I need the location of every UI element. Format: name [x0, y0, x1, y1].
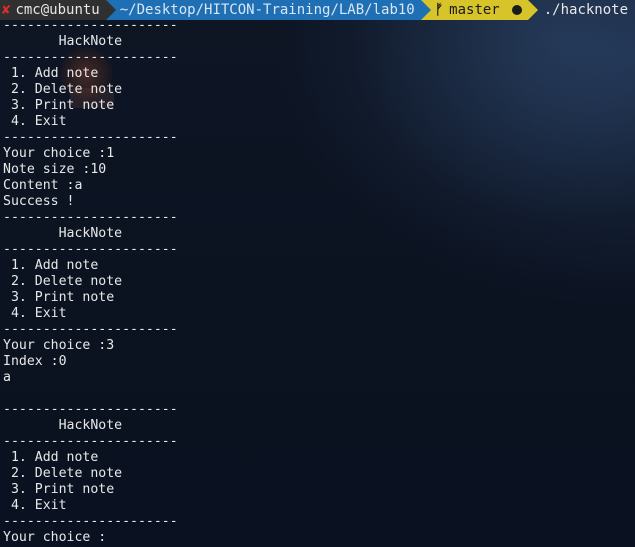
- git-branch-name: master: [449, 2, 500, 18]
- terminal-line: Your choice :: [3, 530, 107, 545]
- segment-separator-icon: [527, 0, 538, 20]
- prompt-path-segment: ~/Desktop/HITCON-Training/LAB/lab10: [115, 0, 421, 20]
- terminal-line: Your choice :3: [3, 338, 115, 353]
- prompt-user-segment: ✘ cmc@ubuntu: [0, 0, 106, 20]
- terminal-line: 2. Delete note: [3, 82, 123, 97]
- prompt-git-segment: ᚠ master: [430, 0, 528, 20]
- terminal-line: 3. Print note: [3, 290, 115, 305]
- terminal-line: ----------------------: [3, 242, 178, 257]
- terminal-line: HackNote: [3, 34, 123, 49]
- terminal-line: 1. Add note: [3, 450, 99, 465]
- terminal-line: 3. Print note: [3, 98, 115, 113]
- terminal-line: 1. Add note: [3, 258, 99, 273]
- terminal-line: HackNote: [3, 418, 123, 433]
- terminal-line: Your choice :1: [3, 146, 115, 161]
- terminal-line: ----------------------: [3, 514, 178, 529]
- segment-separator-icon: [420, 0, 431, 20]
- terminal-line: Success !: [3, 194, 75, 209]
- terminal-line: ----------------------: [3, 434, 178, 449]
- prompt-user-host: cmc@ubuntu: [15, 2, 100, 18]
- terminal-line: 4. Exit: [3, 306, 67, 321]
- terminal-line: ----------------------: [3, 18, 178, 33]
- terminal-line: Content :a: [3, 178, 83, 193]
- terminal-line: ----------------------: [3, 322, 178, 337]
- terminal-line: 1. Add note: [3, 66, 99, 81]
- terminal-output[interactable]: ---------------------- HackNote ---------…: [3, 18, 178, 546]
- terminal-line: HackNote: [3, 226, 123, 241]
- terminal-line: 2. Delete note: [3, 466, 123, 481]
- error-status-icon: ✘: [2, 2, 11, 18]
- terminal-line: ----------------------: [3, 402, 178, 417]
- terminal-line: 2. Delete note: [3, 274, 123, 289]
- prompt-path: ~/Desktop/HITCON-Training/LAB/lab10: [119, 2, 415, 18]
- terminal-line: Index :0: [3, 354, 67, 369]
- terminal-line: ----------------------: [3, 50, 178, 65]
- terminal-line: 3. Print note: [3, 482, 115, 497]
- terminal-line: ----------------------: [3, 210, 178, 225]
- git-branch-icon: ᚠ: [434, 2, 444, 18]
- entered-command: ./hacknote: [543, 2, 629, 18]
- terminal-line: Note size :10: [3, 162, 107, 177]
- segment-separator-icon: [105, 0, 116, 20]
- terminal-line: 4. Exit: [3, 114, 67, 129]
- git-dirty-dot-icon: [511, 5, 522, 15]
- terminal-line: 4. Exit: [3, 498, 67, 513]
- shell-prompt: ✘ cmc@ubuntu ~/Desktop/HITCON-Training/L…: [0, 0, 635, 20]
- terminal-line: ----------------------: [3, 130, 178, 145]
- terminal-line: a: [3, 370, 11, 385]
